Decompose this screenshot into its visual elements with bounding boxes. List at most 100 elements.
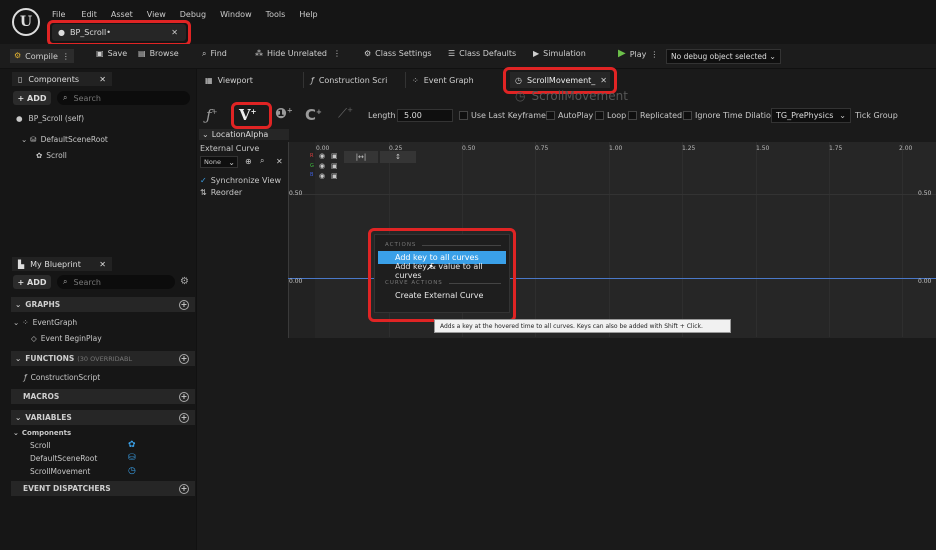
tab-construction-script[interactable]: ƒ Construction Scri [303,72,387,88]
search-icon[interactable]: ⌕ [260,156,264,166]
tree-item-self[interactable]: ● BP_Scroll (self) [16,114,84,123]
checkbox-label: Ignore Time Dilation [695,111,776,120]
ignore-time-dilation-checkbox[interactable]: Ignore Time Dilation [683,111,776,120]
close-icon[interactable]: ✕ [99,75,106,84]
synchronize-view-checkbox[interactable]: ✓ Synchronize View [200,176,281,185]
close-icon[interactable]: ✕ [276,157,283,166]
tree-item-construction-script[interactable]: ƒ ConstructionScript [24,373,100,382]
section-graphs[interactable]: ⌄ GRAPHS + [11,297,195,312]
find-button[interactable]: ⌕ Find [202,49,227,58]
eye-icon[interactable]: ◉ [319,152,325,160]
add-icon[interactable]: + [179,353,189,364]
lock-icon[interactable]: ▣ [331,152,338,160]
components-search-input[interactable]: ⌕ Search [57,91,190,105]
chevron-down-icon: ⌄ [15,413,22,422]
track-header[interactable]: ⌄ LocationAlpha [199,129,289,140]
external-curve-dropdown[interactable]: None ⌄ [200,156,238,168]
zoom-horizontal-button[interactable]: |↔| [344,151,378,163]
add-icon[interactable]: + [179,483,189,494]
browse-button[interactable]: ▤ Browse [138,49,179,58]
debug-object-dropdown[interactable]: No debug object selected ⌄ [666,49,781,64]
menu-window[interactable]: Window [220,10,252,19]
simulation-button[interactable]: ▶ Simulation [533,49,586,58]
add-icon[interactable]: + [179,299,189,310]
add-component-button[interactable]: + ADD [13,91,51,105]
use-last-keyframe-checkbox[interactable]: Use Last Keyframe [459,111,546,120]
tree-item-label: Scroll [46,151,67,160]
gear-icon[interactable]: ⚙ [180,276,189,287]
eye-icon[interactable]: ◉ [319,162,325,170]
tree-item-event-beginplay[interactable]: ◇ Event BeginPlay [31,334,102,343]
replicated-checkbox[interactable]: Replicated [628,111,682,120]
folder-icon: ▤ [138,48,146,58]
class-defaults-button[interactable]: ☰ Class Defaults [448,49,516,58]
add-float-track-icon[interactable]: ƒ+ [206,106,217,124]
eye-icon[interactable]: ◉ [319,172,325,180]
tab-event-graph[interactable]: ⁘ Event Graph [405,72,474,88]
play-button[interactable]: ▶ Play ⋮ [618,49,658,59]
section-macros[interactable]: MACROS + [11,389,195,404]
tree-item-scroll[interactable]: ✿ Scroll [36,151,67,160]
grid-line [288,194,936,195]
menu-help[interactable]: Help [299,10,317,19]
checkbox-box [595,111,604,120]
menu-edit[interactable]: Edit [81,10,97,19]
save-button[interactable]: ▣ Save [96,49,127,58]
variable-default-scene-root[interactable]: DefaultSceneRoot [30,454,97,463]
add-event-track-icon[interactable]: ❶+ [275,106,293,122]
kebab-icon[interactable]: ⋮ [650,50,658,59]
add-key-value-item[interactable]: Add key & value to all curves [375,262,509,280]
tab-scroll-movement[interactable]: ◷ ScrollMovement_ ✕ [510,72,610,88]
value-label: 0.50 [918,190,932,197]
class-settings-button[interactable]: ⚙ Class Settings [364,49,432,58]
zoom-vertical-button[interactable]: ↕ [380,151,416,163]
unreal-logo-icon[interactable]: U [12,8,40,36]
tree-item-label: Components [21,429,72,437]
mesh-icon: ✿ [36,151,43,160]
add-icon[interactable]: + [179,412,189,423]
document-tab[interactable]: ● BP_Scroll• ✕ [52,24,186,41]
reorder-handle[interactable]: ⇅ Reorder [200,188,242,197]
lock-icon[interactable]: ▣ [331,172,338,180]
my-blueprint-tab[interactable]: ▙ My Blueprint ✕ [12,257,112,271]
menu-asset[interactable]: Asset [111,10,133,19]
menu-view[interactable]: View [147,10,166,19]
components-tab[interactable]: ▯ Components ✕ [12,72,112,86]
blueprint-search-input[interactable]: ⌕ Search [57,275,175,289]
variable-scroll-movement[interactable]: ScrollMovement [30,467,90,476]
checkbox-box [683,111,692,120]
tick-group-dropdown[interactable]: TG_PrePhysics ⌄ [771,108,851,123]
length-input[interactable]: 5.00 [397,109,453,122]
menu-file[interactable]: File [52,10,65,19]
menu-tools[interactable]: Tools [266,10,286,19]
add-color-track-icon[interactable]: C+ [305,106,322,124]
section-variables[interactable]: ⌄ VARIABLES + [11,410,195,425]
tree-item-label: Event BeginPlay [40,334,102,343]
add-icon[interactable]: + [179,391,189,402]
close-icon[interactable]: ✕ [600,76,607,85]
variable-scroll[interactable]: Scroll [30,441,51,450]
add-member-button[interactable]: + ADD [13,275,51,289]
create-external-curve-item[interactable]: Create External Curve [375,289,509,302]
section-note: (30 OVERRIDABL [77,354,133,363]
chevron-down-icon: ⌄ [13,429,19,437]
add-vector-track-icon[interactable]: V+ [239,106,257,124]
tab-viewport[interactable]: ▦ Viewport [205,72,253,88]
section-event-dispatchers[interactable]: EVENT DISPATCHERS + [11,481,195,496]
loop-checkbox[interactable]: Loop [595,111,626,120]
lock-icon[interactable]: ▣ [331,162,338,170]
add-curve-icon[interactable]: ⟋+ [338,106,353,121]
compile-button[interactable]: ⚙ Compile ⋮ [10,49,74,63]
tree-item-default-scene-root[interactable]: ⌄ ⛁ DefaultSceneRoot [21,135,108,144]
kebab-icon[interactable]: ⋮ [62,52,70,61]
menu-debug[interactable]: Debug [180,10,206,19]
close-icon[interactable]: ✕ [99,260,106,269]
close-icon[interactable]: ✕ [171,28,178,37]
tree-item-event-graph[interactable]: ⌄ ⁘ EventGraph [13,318,77,327]
use-selected-icon[interactable]: ⊕ [245,157,252,166]
hide-unrelated-button[interactable]: ⁂ Hide Unrelated ⋮ [255,49,341,58]
kebab-icon[interactable]: ⋮ [333,49,341,58]
tree-group-components[interactable]: ⌄ Components [13,429,71,437]
section-functions[interactable]: ⌄ FUNCTIONS (30 OVERRIDABL + [11,351,195,366]
autoplay-checkbox[interactable]: AutoPlay [546,111,593,120]
